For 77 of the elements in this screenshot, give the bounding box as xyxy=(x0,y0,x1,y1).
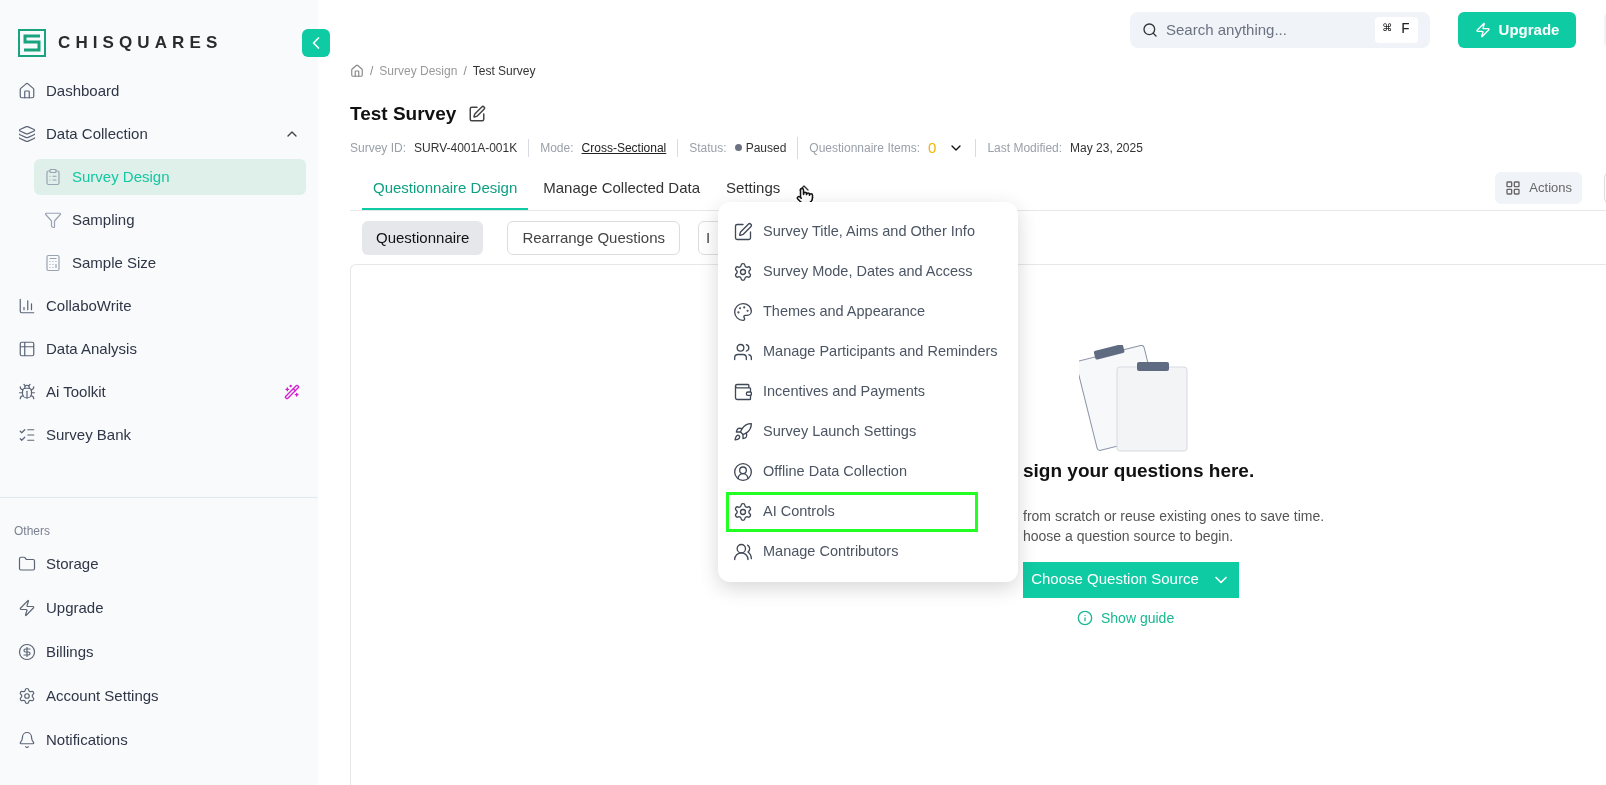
info-icon xyxy=(1077,610,1093,626)
lightning-icon xyxy=(1474,22,1491,38)
edit-icon xyxy=(733,222,753,242)
logo-icon xyxy=(18,29,46,57)
bug-icon xyxy=(18,383,36,401)
menu-item[interactable]: Manage Contributors xyxy=(726,532,1010,572)
breadcrumb-separator: / xyxy=(369,63,375,80)
meta-label: Mode: xyxy=(540,139,574,157)
search-field[interactable]: Search anything... ⌘ F xyxy=(1130,12,1430,48)
sidebar-item[interactable]: Billings xyxy=(0,634,318,670)
tab[interactable]: Manage Collected Data xyxy=(532,176,712,210)
section-title: Others xyxy=(13,523,51,540)
dollar-icon xyxy=(18,643,36,661)
folder-icon xyxy=(18,555,36,573)
breadcrumb-separator: / xyxy=(462,63,468,80)
menu-item[interactable]: Survey Title, Aims and Other Info xyxy=(726,212,1010,252)
magic-wand-icon xyxy=(284,384,300,400)
home-icon xyxy=(18,82,36,100)
brand-name: CHISQUARES xyxy=(58,32,223,55)
rocket-icon xyxy=(733,422,753,442)
stack-icon xyxy=(18,125,36,143)
menu-item[interactable]: Themes and Appearance xyxy=(726,292,1010,332)
meta-label: Status: xyxy=(689,139,727,157)
sidebar-item[interactable]: Data Collection xyxy=(0,116,318,152)
wallet-icon xyxy=(733,382,753,402)
settings-icon xyxy=(733,502,753,522)
empty-state-text: from scratch or reuse existing ones to save time. hoose a question source to begin. xyxy=(1023,506,1325,546)
person-icon xyxy=(733,462,753,482)
item-count: 0 xyxy=(928,137,937,158)
table-icon xyxy=(18,340,36,358)
edit-icon[interactable] xyxy=(468,105,487,124)
sidebar-item[interactable]: Ai Toolkit xyxy=(0,374,318,410)
clipboard-icon xyxy=(44,168,62,186)
meta-label: Last Modified: xyxy=(987,139,1063,157)
sidebar-item[interactable]: Sampling xyxy=(34,202,306,238)
sidebar-item[interactable]: Upgrade xyxy=(0,590,318,626)
list-icon xyxy=(18,426,36,444)
shortcut-key: ⌘ F xyxy=(1374,16,1418,44)
sidebar-item[interactable]: CollaboWrite xyxy=(0,288,318,324)
grid-icon xyxy=(1505,180,1522,196)
status-value: Paused xyxy=(745,139,787,157)
calculator-icon xyxy=(44,254,62,272)
bell-icon xyxy=(18,731,36,749)
sidebar-item[interactable]: Sample Size xyxy=(34,245,306,281)
meta-label: Questionnaire Items: xyxy=(809,139,921,157)
funnel-icon xyxy=(44,211,62,229)
chart-icon xyxy=(18,297,36,315)
breadcrumb-item: Test Survey xyxy=(472,63,536,80)
settings-icon xyxy=(18,687,36,705)
sidebar-item[interactable]: Survey Bank xyxy=(0,417,318,453)
users-icon xyxy=(733,342,753,362)
sidebar-item[interactable]: Data Analysis xyxy=(0,331,318,367)
palette-icon xyxy=(733,302,753,322)
empty-state-heading: sign your questions here. xyxy=(1023,459,1255,483)
menu-item[interactable]: AI Controls xyxy=(726,492,978,532)
meta-value: May 23, 2025 xyxy=(1070,139,1143,157)
mode-link[interactable]: Cross-Sectional xyxy=(581,138,667,157)
survey-title: Test Survey xyxy=(350,102,457,126)
menu-item[interactable]: Manage Participants and Reminders xyxy=(726,332,1010,372)
meta-label: Survey ID: xyxy=(350,139,406,157)
subtab-button[interactable]: Questionnaire xyxy=(362,221,484,255)
menu-item[interactable]: Survey Mode, Dates and Access xyxy=(726,252,1010,292)
subtab-button[interactable]: Rearrange Questions xyxy=(507,221,680,255)
team-icon xyxy=(733,542,753,562)
sidebar-item[interactable]: Dashboard xyxy=(0,73,318,109)
actions-button[interactable]: Actions xyxy=(1495,172,1582,204)
settings-icon xyxy=(733,262,753,282)
sidebar-item[interactable]: Notifications xyxy=(0,722,318,758)
menu-item[interactable]: Survey Launch Settings xyxy=(726,412,1010,452)
meta-value: SURV-4001A-001K xyxy=(414,139,518,157)
sidebar-item[interactable]: Account Settings xyxy=(0,678,318,714)
menu-item[interactable]: Offline Data Collection xyxy=(726,452,1010,492)
search-icon xyxy=(1142,22,1158,38)
sidebar-item[interactable]: Storage xyxy=(0,546,318,582)
lightning-icon xyxy=(18,599,36,617)
menu-item[interactable]: Incentives and Payments xyxy=(726,372,1010,412)
home-icon[interactable] xyxy=(350,64,364,78)
